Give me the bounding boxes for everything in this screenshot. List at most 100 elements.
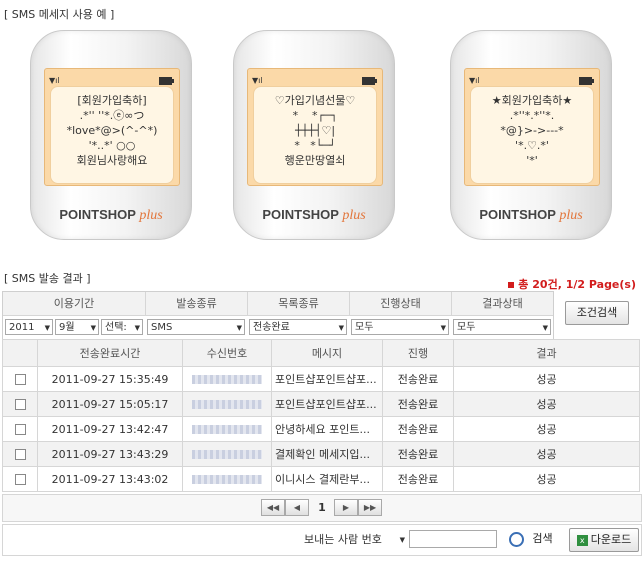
download-button-label: 다운로드	[590, 533, 632, 546]
masked-phone-number	[192, 450, 262, 459]
filter-panel: 이용기간 발송종류 목록종류 진행상태 결과상태 2011 9월 선택: SMS…	[2, 291, 554, 341]
cell-message[interactable]: 이니시스 결제란부...	[271, 466, 383, 492]
table-row: 2011-09-27 13:43:02 이니시스 결제란부... 전송완료 성공	[2, 466, 640, 492]
brand-suffix: plus	[342, 208, 366, 223]
phone-example-1: ▼ıl [회원가입축하] .*'' ''*.ⓔ∞つ *love*@>(^-^*)…	[30, 30, 192, 240]
phone-example-2: ▼ıl ♡가입기념선물♡ * *┌─┐ ┼┼┼┤♡| * *└─┘ 행운만땅열쇠…	[233, 30, 395, 240]
next-page-button[interactable]: ▶	[334, 499, 358, 516]
sms-line: * *┌─┐	[292, 109, 338, 122]
red-square-icon	[508, 282, 515, 288]
result-select[interactable]: 모두	[453, 319, 551, 335]
row-checkbox[interactable]	[14, 424, 26, 435]
total-pages: 1/2 Page(s)	[565, 278, 636, 291]
cell-result: 성공	[453, 466, 640, 492]
row-checkbox[interactable]	[14, 374, 26, 385]
brand-name: POINTSHOP	[59, 207, 136, 222]
cell-time: 2011-09-27 15:05:17	[37, 391, 183, 417]
row-checkbox[interactable]	[14, 474, 26, 485]
brand-suffix: plus	[559, 208, 583, 223]
phone-example-3: ▼ıl ★회원가입축하★ .*''*.*''*. *@}>->---* '*.♡…	[450, 30, 612, 240]
phone-screen: ★회원가입축하★ .*''*.*''*. *@}>->---* '*.♡.*' …	[470, 86, 594, 184]
sms-line: .*''*.*''*.	[509, 109, 555, 122]
row-checkbox[interactable]	[14, 449, 26, 460]
list-type-select[interactable]: 전송완료	[249, 319, 347, 335]
filter-header-list-type: 목록종류	[248, 292, 350, 316]
total-summary: 총 20건, 1/2 Page(s)	[508, 276, 636, 292]
examples-title: [ SMS 메세지 사용 예 ]	[4, 8, 115, 21]
brand-name: POINTSHOP	[262, 207, 339, 222]
cell-progress: 전송완료	[382, 366, 454, 392]
sender-number-select[interactable]: 보내는 사람 번호	[301, 531, 407, 549]
masked-phone-number	[192, 475, 262, 484]
battery-icon	[362, 77, 377, 85]
cell-time: 2011-09-27 15:35:49	[37, 366, 183, 392]
column-header-number: 수신번호	[182, 339, 272, 367]
sms-line: 회원님사랑해요	[76, 154, 148, 167]
total-prefix: 총	[518, 278, 529, 291]
cell-progress: 전송완료	[382, 391, 454, 417]
cell-progress: 전송완료	[382, 416, 454, 442]
sms-line: ★회원가입축하★	[491, 94, 573, 107]
sms-line: *@}>->---*	[500, 124, 564, 137]
pagination: ◀◀ ◀ 1 ▶ ▶▶	[2, 494, 642, 522]
cell-message[interactable]: 안녕하세요 포인트...	[271, 416, 383, 442]
masked-phone-number	[192, 400, 262, 409]
progress-select[interactable]: 모두	[351, 319, 449, 335]
last-page-button[interactable]: ▶▶	[358, 499, 382, 516]
download-button[interactable]: x 다운로드	[569, 528, 639, 552]
cell-result: 성공	[453, 391, 640, 417]
sms-line: [회원가입축하]	[77, 94, 147, 107]
battery-icon	[159, 77, 174, 85]
row-checkbox[interactable]	[14, 399, 26, 410]
battery-icon	[579, 77, 594, 85]
search-button-label: 검색	[532, 532, 553, 545]
cell-progress: 전송완료	[382, 441, 454, 467]
day-select[interactable]: 선택:	[101, 319, 143, 335]
masked-phone-number	[192, 425, 262, 434]
cell-result: 성공	[453, 366, 640, 392]
bottom-search-bar: 보내는 사람 번호 검색 x다운로드	[2, 524, 642, 556]
cell-message[interactable]: 포인트샵포인트샵포...	[271, 391, 383, 417]
sms-line: '*'	[526, 154, 538, 167]
current-page[interactable]: 1	[313, 499, 331, 516]
select-column-header	[2, 339, 38, 367]
column-header-result: 결과	[453, 339, 640, 367]
brand-suffix: plus	[139, 208, 163, 223]
total-count: 20건,	[532, 278, 562, 291]
sms-line: '*.♡.*'	[515, 139, 549, 152]
cell-result: 성공	[453, 441, 640, 467]
cell-message[interactable]: 결제확인 메세지입...	[271, 441, 383, 467]
send-type-select[interactable]: SMS	[147, 319, 245, 335]
column-header-time: 전송완료시간	[37, 339, 183, 367]
filter-header-progress: 진행상태	[350, 292, 452, 316]
year-select[interactable]: 2011	[5, 319, 53, 335]
first-page-button[interactable]: ◀◀	[261, 499, 285, 516]
brand-name: POINTSHOP	[479, 207, 556, 222]
cell-time: 2011-09-27 13:43:29	[37, 441, 183, 467]
sms-line: ♡가입기념선물♡	[274, 94, 356, 107]
phone-screen: ♡가입기념선물♡ * *┌─┐ ┼┼┼┤♡| * *└─┘ 행운만땅열쇠	[253, 86, 377, 184]
sms-line: '*..*' ○○	[88, 139, 136, 152]
sender-number-input[interactable]	[409, 530, 497, 548]
cell-time: 2011-09-27 13:42:47	[37, 416, 183, 442]
cell-time: 2011-09-27 13:43:02	[37, 466, 183, 492]
results-table: 전송완료시간 수신번호 메시지 진행 결과 2011-09-27 15:35:4…	[2, 339, 640, 492]
phone-brand: POINTSHOP plus	[450, 207, 612, 224]
cell-message[interactable]: 포인트샵포인트샵포...	[271, 366, 383, 392]
table-row: 2011-09-27 13:42:47 안녕하세요 포인트... 전송완료 성공	[2, 416, 640, 442]
sms-line: *love*@>(^-^*)	[66, 124, 158, 137]
condition-search-button[interactable]: 조건검색	[565, 301, 629, 325]
masked-phone-number	[192, 375, 262, 384]
prev-page-button[interactable]: ◀	[285, 499, 309, 516]
results-title: [ SMS 발송 결과 ]	[4, 272, 91, 285]
filter-header-send-type: 발송종류	[146, 292, 248, 316]
sms-line: ┼┼┼┤♡|	[294, 124, 336, 137]
sms-line: 행운만땅열쇠	[284, 154, 346, 167]
search-button[interactable]: 검색	[497, 528, 565, 552]
table-header-row: 전송완료시간 수신번호 메시지 진행 결과	[2, 339, 640, 367]
signal-icon: ▼ıl	[49, 76, 60, 85]
excel-icon: x	[576, 534, 588, 546]
month-select[interactable]: 9월	[55, 319, 99, 335]
signal-icon: ▼ıl	[469, 76, 480, 85]
signal-icon: ▼ıl	[252, 76, 263, 85]
